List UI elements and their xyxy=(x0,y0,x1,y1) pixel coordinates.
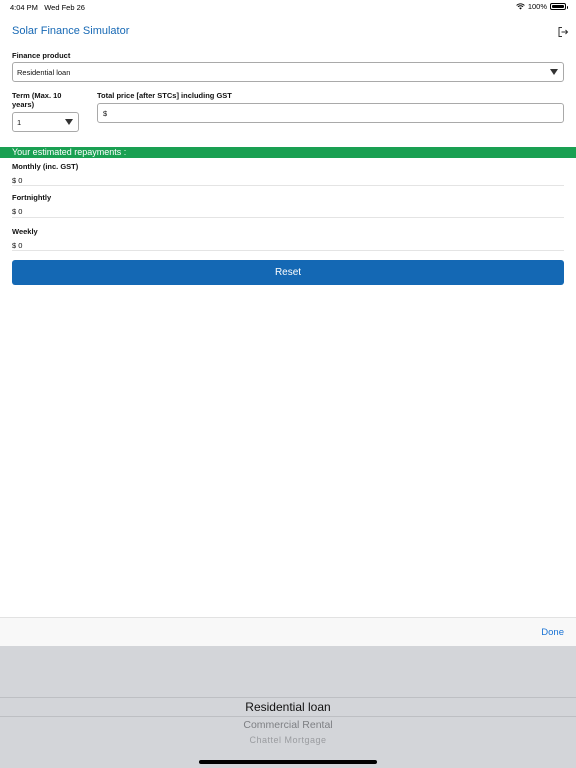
repayments-banner: Your estimated repayments : xyxy=(0,147,576,158)
term-label: Term (Max. 10 years) xyxy=(12,91,62,109)
result-label: Monthly (inc. GST) xyxy=(12,162,79,171)
reset-button[interactable]: Reset xyxy=(12,260,564,285)
picker-toolbar: Done xyxy=(0,617,576,646)
result-fortnightly: Fortnightly $ 0 xyxy=(12,193,564,218)
picker-selection-top xyxy=(0,697,576,698)
term-value: 1 xyxy=(17,117,22,127)
finance-product-label: Finance product xyxy=(12,51,71,60)
battery-icon xyxy=(550,3,568,10)
picker-option[interactable]: Chattel Mortgage xyxy=(0,735,576,745)
home-indicator xyxy=(199,760,377,764)
result-label: Fortnightly xyxy=(12,193,52,202)
picker-option[interactable]: Residential loan xyxy=(0,700,576,714)
picker-selection-bottom xyxy=(0,716,576,717)
status-indicators: 100% xyxy=(516,2,568,11)
finance-product-select[interactable]: Residential loan xyxy=(12,62,564,82)
total-price-label: Total price [after STCs] including GST xyxy=(97,91,232,100)
result-value: $ 0 xyxy=(12,241,23,250)
status-bar: 4:04 PM Wed Feb 26 100% xyxy=(0,0,576,14)
currency-prefix: $ xyxy=(103,108,108,118)
result-weekly: Weekly $ 0 xyxy=(12,227,564,251)
chevron-down-icon xyxy=(550,69,558,75)
total-price-input[interactable]: $ xyxy=(97,103,564,123)
result-monthly: Monthly (inc. GST) $ 0 xyxy=(12,162,564,186)
chevron-down-icon xyxy=(65,119,73,125)
picker-option[interactable]: Commercial Rental xyxy=(0,719,576,731)
picker-wheel[interactable]: Residential loan Commercial Rental Chatt… xyxy=(0,646,576,768)
result-label: Weekly xyxy=(12,227,38,236)
wifi-icon xyxy=(516,3,525,10)
result-value: $ 0 xyxy=(12,176,23,185)
done-button[interactable]: Done xyxy=(541,627,564,638)
term-select[interactable]: 1 xyxy=(12,112,79,132)
status-time-date: 4:04 PM Wed Feb 26 xyxy=(10,3,85,12)
page-title: Solar Finance Simulator xyxy=(12,25,130,37)
battery-percent: 100% xyxy=(527,2,547,11)
finance-product-value: Residential loan xyxy=(17,67,71,77)
result-value: $ 0 xyxy=(12,207,23,216)
logout-icon[interactable] xyxy=(557,26,569,38)
